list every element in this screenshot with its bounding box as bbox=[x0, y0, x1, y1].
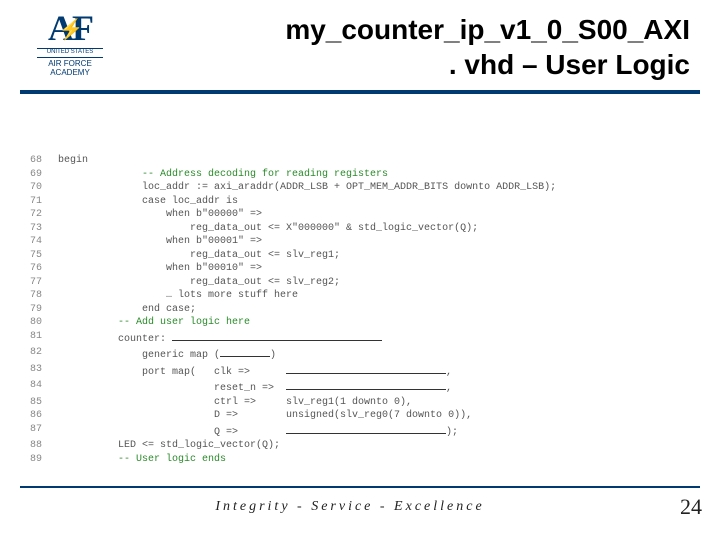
line-number: 85 bbox=[30, 396, 58, 410]
line-number: 74 bbox=[30, 235, 58, 249]
code-text: ctrl => slv_reg1(1 downto 0), bbox=[58, 396, 690, 410]
line-number: 83 bbox=[30, 363, 58, 380]
code-listing: 68begin69 -- Address decoding for readin… bbox=[0, 94, 720, 476]
code-text: … lots more stuff here bbox=[58, 289, 690, 303]
code-line: 84 reset_n => , bbox=[30, 379, 690, 396]
code-line: 68begin bbox=[30, 154, 690, 168]
title-line1: my_counter_ip_v1_0_S00_AXI bbox=[285, 14, 690, 45]
code-text: counter: bbox=[58, 330, 690, 347]
code-text: when b"00010" => bbox=[58, 262, 690, 276]
code-line: 76 when b"00010" => bbox=[30, 262, 690, 276]
code-line: 89 -- User logic ends bbox=[30, 453, 690, 467]
line-number: 89 bbox=[30, 453, 58, 467]
code-line: 74 when b"00001" => bbox=[30, 235, 690, 249]
code-text: case loc_addr is bbox=[58, 195, 690, 209]
code-text: -- User logic ends bbox=[58, 453, 690, 467]
code-text: reset_n => , bbox=[58, 379, 690, 396]
line-number: 79 bbox=[30, 303, 58, 317]
line-number: 78 bbox=[30, 289, 58, 303]
line-number: 77 bbox=[30, 276, 58, 290]
code-line: 83 port map( clk => , bbox=[30, 363, 690, 380]
line-number: 76 bbox=[30, 262, 58, 276]
line-number: 80 bbox=[30, 316, 58, 330]
code-text: begin bbox=[58, 154, 690, 168]
line-number: 84 bbox=[30, 379, 58, 396]
code-line: 80 -- Add user logic here bbox=[30, 316, 690, 330]
code-text: reg_data_out <= slv_reg2; bbox=[58, 276, 690, 290]
line-number: 70 bbox=[30, 181, 58, 195]
line-number: 82 bbox=[30, 346, 58, 363]
code-text: Q => ); bbox=[58, 423, 690, 440]
code-line: 73 reg_data_out <= X"000000" & std_logic… bbox=[30, 222, 690, 236]
logo-mark: AF ⚡ bbox=[20, 12, 120, 44]
code-text: generic map () bbox=[58, 346, 690, 363]
code-text: -- Add user logic here bbox=[58, 316, 690, 330]
footer: Integrity - Service - Excellence 24 bbox=[0, 494, 720, 530]
code-text: loc_addr := axi_araddr(ADDR_LSB + OPT_ME… bbox=[58, 181, 690, 195]
line-number: 88 bbox=[30, 439, 58, 453]
code-line: 71 case loc_addr is bbox=[30, 195, 690, 209]
code-text: reg_data_out <= slv_reg1; bbox=[58, 249, 690, 263]
footer-rule bbox=[20, 486, 700, 488]
logo-line1: AIR FORCE bbox=[48, 59, 92, 68]
code-line: 88 LED <= std_logic_vector(Q); bbox=[30, 439, 690, 453]
title-line2: . vhd – User Logic bbox=[449, 49, 690, 80]
line-number: 86 bbox=[30, 409, 58, 423]
line-number: 73 bbox=[30, 222, 58, 236]
code-line: 79 end case; bbox=[30, 303, 690, 317]
line-number: 87 bbox=[30, 423, 58, 440]
usafa-logo: AF ⚡ UNITED STATES AIR FORCE ACADEMY bbox=[20, 12, 120, 78]
slide-header: AF ⚡ UNITED STATES AIR FORCE ACADEMY my_… bbox=[0, 0, 720, 90]
line-number: 72 bbox=[30, 208, 58, 222]
code-line: 72 when b"00000" => bbox=[30, 208, 690, 222]
code-text: end case; bbox=[58, 303, 690, 317]
code-text: -- Address decoding for reading register… bbox=[58, 168, 690, 182]
code-line: 77 reg_data_out <= slv_reg2; bbox=[30, 276, 690, 290]
lightning-icon: ⚡ bbox=[59, 21, 82, 39]
line-number: 71 bbox=[30, 195, 58, 209]
code-line: 75 reg_data_out <= slv_reg1; bbox=[30, 249, 690, 263]
code-line: 82 generic map () bbox=[30, 346, 690, 363]
code-line: 86 D => unsigned(slv_reg0(7 downto 0)), bbox=[30, 409, 690, 423]
code-line: 81 counter: bbox=[30, 330, 690, 347]
slide-title: my_counter_ip_v1_0_S00_AXI . vhd – User … bbox=[120, 12, 700, 82]
code-line: 78 … lots more stuff here bbox=[30, 289, 690, 303]
logo-line0: UNITED STATES bbox=[37, 48, 103, 57]
code-text: when b"00001" => bbox=[58, 235, 690, 249]
code-text: LED <= std_logic_vector(Q); bbox=[58, 439, 690, 453]
code-line: 69 -- Address decoding for reading regis… bbox=[30, 168, 690, 182]
line-number: 68 bbox=[30, 154, 58, 168]
line-number: 69 bbox=[30, 168, 58, 182]
motto: Integrity - Service - Excellence bbox=[20, 499, 680, 515]
code-text: reg_data_out <= X"000000" & std_logic_ve… bbox=[58, 222, 690, 236]
code-text: when b"00000" => bbox=[58, 208, 690, 222]
code-line: 87 Q => ); bbox=[30, 423, 690, 440]
code-text: D => unsigned(slv_reg0(7 downto 0)), bbox=[58, 409, 690, 423]
code-line: 85 ctrl => slv_reg1(1 downto 0), bbox=[30, 396, 690, 410]
code-line: 70 loc_addr := axi_araddr(ADDR_LSB + OPT… bbox=[30, 181, 690, 195]
logo-text: UNITED STATES AIR FORCE ACADEMY bbox=[20, 46, 120, 77]
line-number: 75 bbox=[30, 249, 58, 263]
line-number: 81 bbox=[30, 330, 58, 347]
logo-line2: ACADEMY bbox=[50, 68, 90, 77]
code-text: port map( clk => , bbox=[58, 363, 690, 380]
page-number: 24 bbox=[680, 494, 702, 520]
